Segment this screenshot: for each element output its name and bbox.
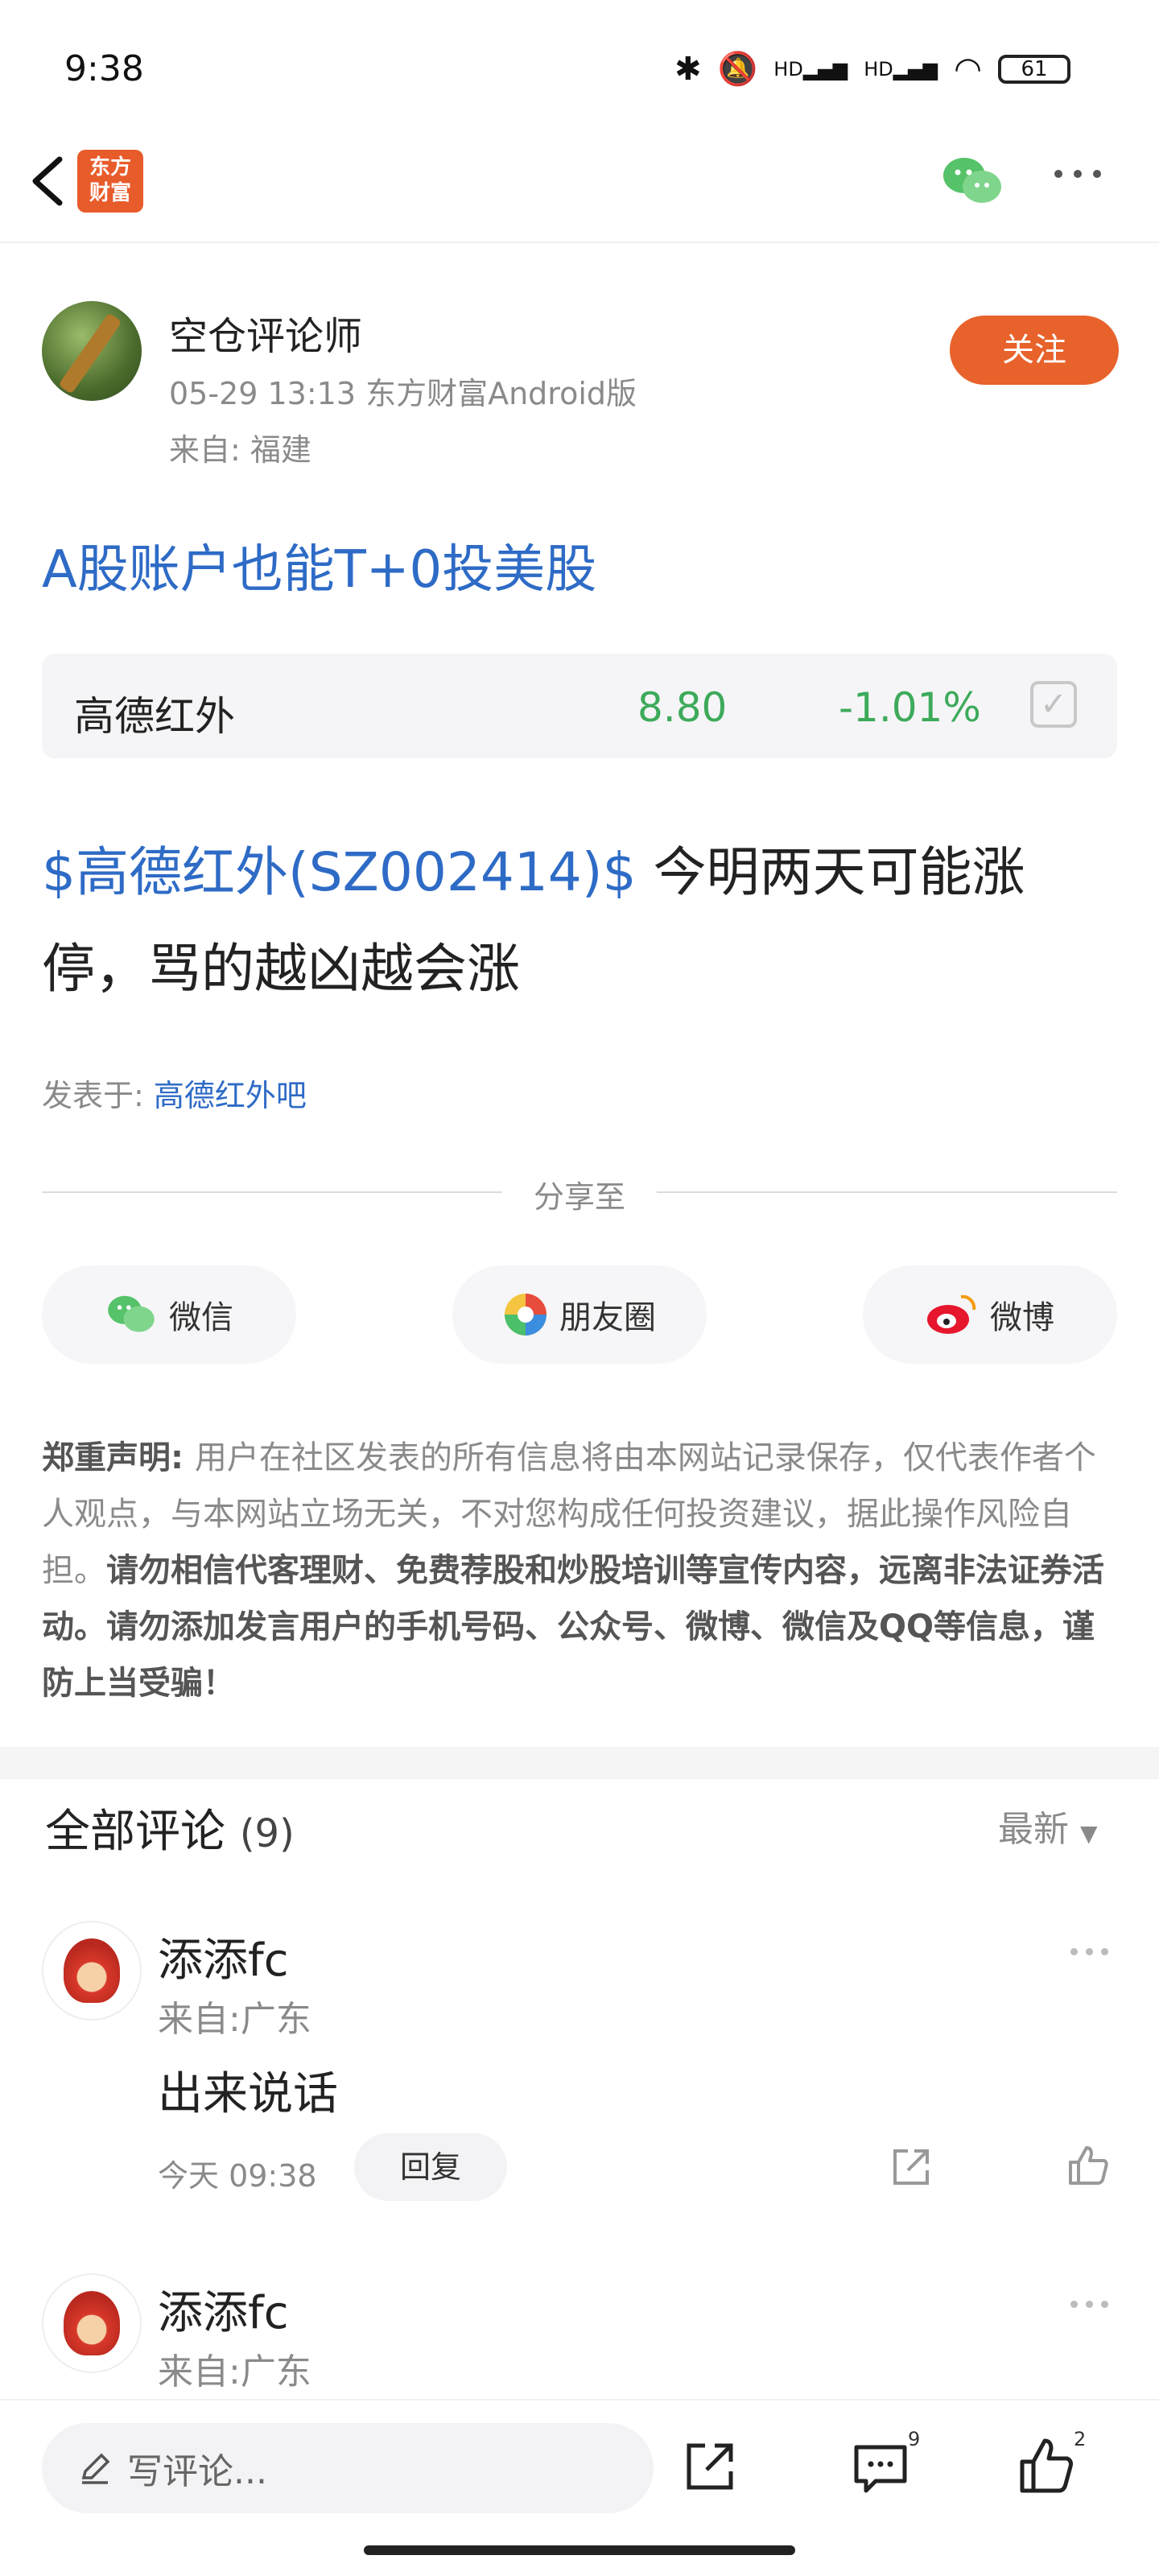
signal-icon-2: HD▂▄▆ xyxy=(864,57,938,80)
comment-text[interactable]: 出来说话 xyxy=(158,2058,338,2123)
like-icon[interactable] xyxy=(1066,2143,1111,2188)
thumbs-up-icon xyxy=(1020,2438,1073,2493)
stock-name: 高德红外 xyxy=(74,693,235,740)
section-divider xyxy=(0,1747,1159,1779)
stock-change: -1.01% xyxy=(839,684,981,731)
wechat-share-icon[interactable] xyxy=(940,153,1004,209)
like-count-badge: 2 xyxy=(1074,2428,1087,2450)
comments-button[interactable] xyxy=(848,2434,913,2499)
commenter-location: 来自:广东 xyxy=(158,2351,311,2392)
author-location: 来自: 福建 xyxy=(169,432,311,468)
app-logo[interactable]: 东方 财富 xyxy=(77,150,143,213)
weibo-icon xyxy=(927,1294,976,1334)
bluetooth-icon: ✱ xyxy=(674,50,702,88)
comments-header: 全部评论 (9) xyxy=(45,1806,295,1858)
comment-time: 今天 09:38 xyxy=(158,2158,317,2194)
battery-icon: 61 xyxy=(998,54,1070,84)
forward-button[interactable] xyxy=(678,2434,742,2499)
comment-icon xyxy=(854,2445,907,2493)
comment-more-icon[interactable] xyxy=(1070,2301,1108,2308)
comment-count-badge: 9 xyxy=(908,2428,921,2450)
caret-down-icon: ▼ xyxy=(1080,1820,1098,1847)
divider xyxy=(0,2399,1159,2401)
share-moments-button[interactable]: 朋友圈 xyxy=(452,1265,707,1364)
commenter-name[interactable]: 添添fc xyxy=(158,1924,289,1989)
write-comment-input[interactable]: 写评论... xyxy=(42,2423,654,2513)
reply-button[interactable]: 回复 xyxy=(354,2133,507,2201)
signal-icon: HD▂▄▆ xyxy=(773,57,848,80)
author-avatar[interactable] xyxy=(42,301,142,401)
pencil-icon xyxy=(81,2453,110,2484)
like-button[interactable] xyxy=(1014,2434,1079,2499)
mute-icon: 🔕 xyxy=(717,51,758,88)
post-title[interactable]: A股账户也能T+0投美股 xyxy=(42,528,596,602)
share-icon xyxy=(687,2443,733,2490)
share-wechat-button[interactable]: 微信 xyxy=(42,1265,296,1364)
status-icons: ✱ 🔕 HD▂▄▆ HD▂▄▆ ◠ 61 xyxy=(674,50,1070,88)
comment-more-icon[interactable] xyxy=(1070,1948,1108,1955)
share-label: 分享至 xyxy=(533,1179,625,1215)
status-bar: 9:38 ✱ 🔕 HD▂▄▆ HD▂▄▆ ◠ 61 xyxy=(0,0,1159,145)
commenter-avatar[interactable] xyxy=(42,2273,142,2373)
stock-tag-link[interactable]: $高德红外(SZ002414)$ xyxy=(42,841,637,903)
moments-icon xyxy=(505,1294,547,1335)
home-indicator[interactable] xyxy=(364,2545,795,2555)
follow-button[interactable]: 关注 xyxy=(950,316,1119,385)
post-body: $高德红外(SZ002414)$ 今明两天可能涨停，骂的越凶越会涨 xyxy=(42,824,1117,1018)
chevron-left-icon xyxy=(32,156,63,206)
sort-dropdown[interactable]: 最新 ▼ xyxy=(998,1800,1098,1852)
divider xyxy=(657,1191,1117,1193)
commenter-location: 来自:广东 xyxy=(158,1999,311,2040)
wifi-icon: ◠ xyxy=(954,50,982,88)
stock-price: 8.80 xyxy=(637,684,728,731)
author-name[interactable]: 空仓评论师 xyxy=(169,304,362,361)
disclaimer: 郑重声明: 用户在社区发表的所有信息将由本网站记录保存，仅代表作者个人观点，与本… xyxy=(42,1439,1104,1702)
status-time: 9:38 xyxy=(64,48,144,89)
back-button[interactable] xyxy=(24,153,72,209)
post-meta: 05-29 13:13 东方财富Android版 xyxy=(169,376,637,411)
commenter-avatar[interactable] xyxy=(42,1921,142,2021)
commenter-name[interactable]: 添添fc xyxy=(158,2277,289,2342)
posted-in: 发表于: 高德红外吧 xyxy=(42,1078,307,1113)
share-icon[interactable] xyxy=(889,2145,934,2190)
share-weibo-button[interactable]: 微博 xyxy=(863,1265,1117,1364)
stock-card[interactable]: 高德红外 8.80 -1.01% ✓ xyxy=(42,654,1117,758)
wechat-icon xyxy=(108,1295,155,1332)
add-watchlist-checkbox[interactable]: ✓ xyxy=(1030,681,1077,728)
divider xyxy=(0,242,1159,243)
divider xyxy=(42,1191,502,1193)
more-options-icon[interactable] xyxy=(1054,158,1119,190)
forum-link[interactable]: 高德红外吧 xyxy=(154,1078,307,1113)
